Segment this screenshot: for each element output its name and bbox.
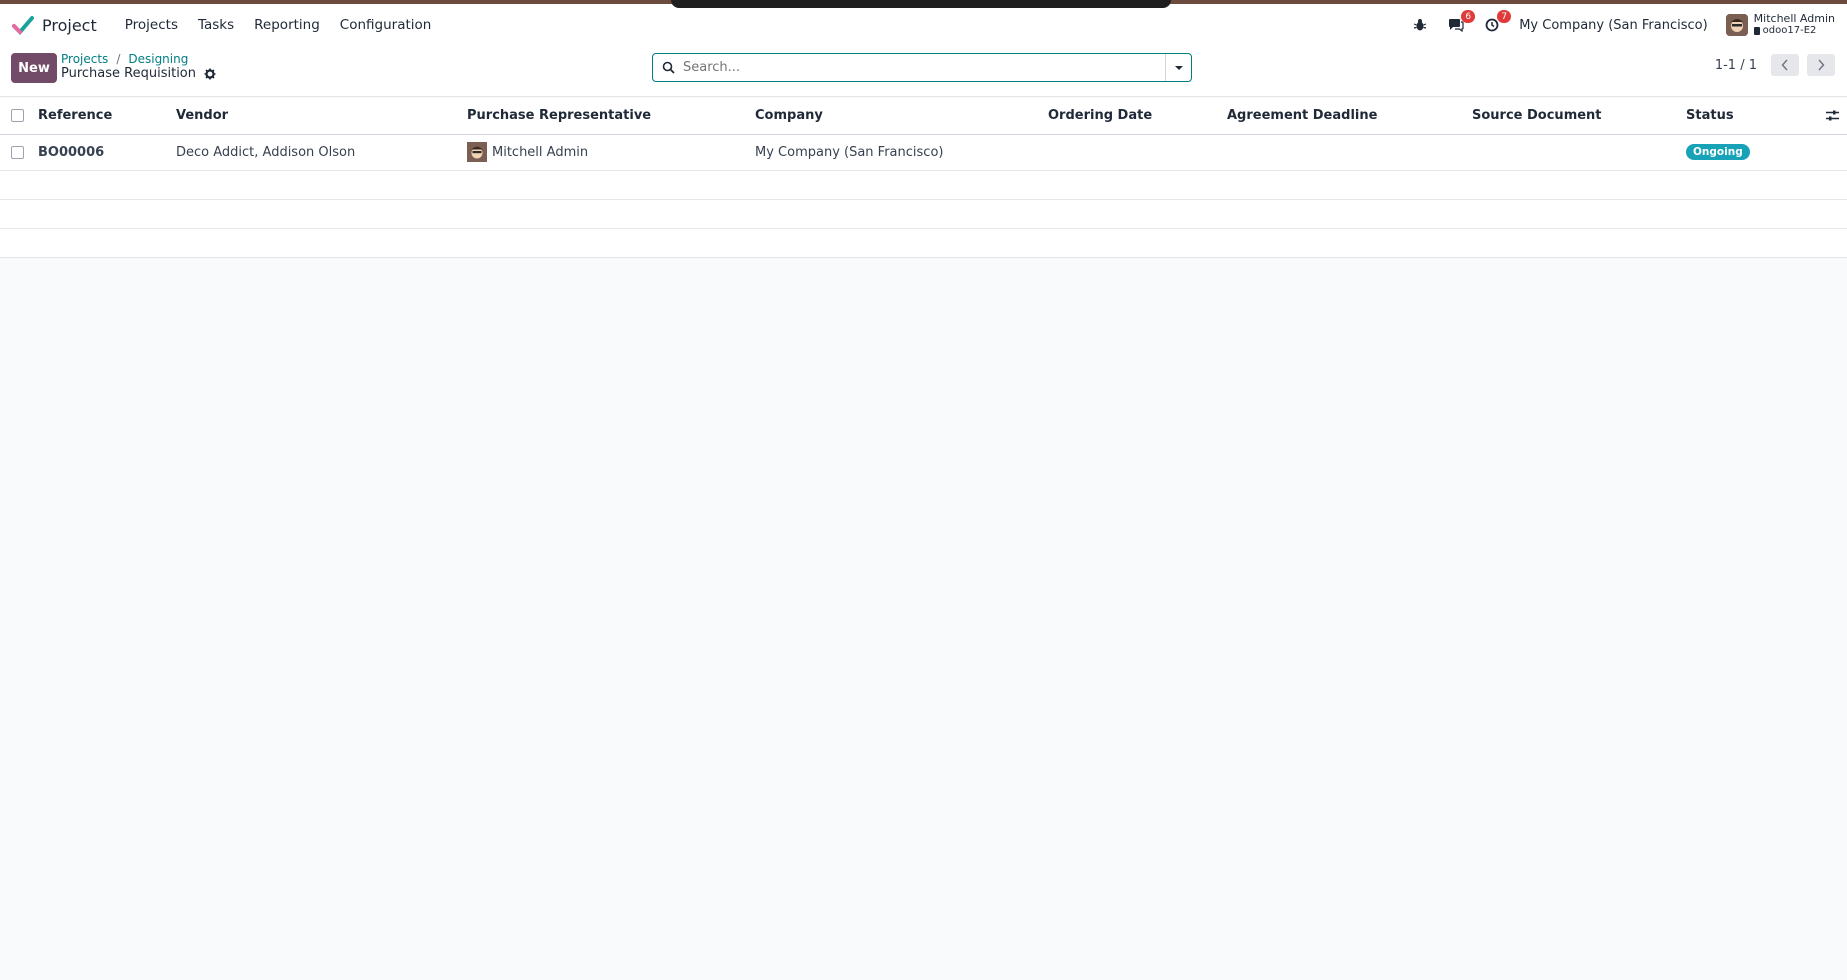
table-header-row: Reference Vendor Purchase Representative… <box>0 98 1847 135</box>
search-options-toggle[interactable] <box>1165 54 1191 81</box>
page-title: Purchase Requisition <box>61 66 197 81</box>
column-header-source-document[interactable]: Source Document <box>1472 98 1686 135</box>
database-name: odoo17-E2 <box>1762 25 1817 36</box>
cell-vendor: Deco Addict, Addison Olson <box>176 134 467 171</box>
app-logo-icon <box>12 14 34 36</box>
menu-item-projects[interactable]: Projects <box>115 17 188 33</box>
bug-icon[interactable] <box>1411 16 1429 34</box>
breadcrumb: Projects / Designing <box>61 52 188 66</box>
cell-ordering-date <box>1048 134 1227 171</box>
row-select-cell <box>0 134 38 171</box>
row-checkbox[interactable] <box>11 145 24 159</box>
menu-item-configuration[interactable]: Configuration <box>330 17 442 33</box>
column-header-status[interactable]: Status <box>1686 98 1816 135</box>
cell-company: My Company (San Francisco) <box>755 134 1048 171</box>
table-row[interactable]: BO00006 Deco Addict, Addison Olson Mitch… <box>0 134 1847 171</box>
user-menu[interactable]: Mitchell Admin odoo17-E2 <box>1725 12 1835 37</box>
clock-icon[interactable]: 7 <box>1483 10 1512 34</box>
avatar <box>467 142 487 162</box>
cell-reference: BO00006 <box>38 134 176 171</box>
empty-row <box>0 228 1847 258</box>
cell-status: Ongoing <box>1686 134 1816 171</box>
company-switcher[interactable]: My Company (San Francisco) <box>1519 18 1707 33</box>
cell-agreement-deadline <box>1227 134 1472 171</box>
breadcrumb-projects[interactable]: Projects <box>61 52 108 66</box>
avatar <box>1725 14 1748 36</box>
pager-previous-button[interactable] <box>1771 54 1799 76</box>
purchase-requisition-list: Reference Vendor Purchase Representative… <box>0 98 1847 258</box>
column-header-ordering-date[interactable]: Ordering Date <box>1048 98 1227 135</box>
column-header-reference[interactable]: Reference <box>38 98 176 135</box>
column-header-purchase-representative[interactable]: Purchase Representative <box>467 98 755 135</box>
caret-down-icon <box>1174 65 1183 70</box>
pager-value[interactable]: 1-1 / 1 <box>1715 58 1757 73</box>
app-brand[interactable]: Project <box>12 14 97 36</box>
gear-icon[interactable] <box>204 68 216 80</box>
menu-item-tasks[interactable]: Tasks <box>188 17 244 33</box>
pager-next-button[interactable] <box>1807 54 1835 76</box>
top-menu: Projects Tasks Reporting Configuration <box>115 17 442 33</box>
navbar-systray: 6 7 My Company (San Francisco) Mitchell … <box>1411 10 1835 37</box>
select-all-cell <box>0 98 38 135</box>
breadcrumb-separator: / <box>116 52 121 66</box>
menu-item-reporting[interactable]: Reporting <box>244 17 330 33</box>
activities-count-badge: 7 <box>1497 10 1512 23</box>
empty-row <box>0 170 1847 200</box>
chevron-right-icon <box>1818 59 1825 71</box>
pager: 1-1 / 1 <box>1715 54 1835 76</box>
app-name: Project <box>42 15 97 35</box>
main-navbar: Project Projects Tasks Reporting Configu… <box>0 4 1847 46</box>
search-bar[interactable] <box>652 53 1192 82</box>
chevron-left-icon <box>1781 59 1788 71</box>
column-header-company[interactable]: Company <box>755 98 1048 135</box>
messages-count-badge: 6 <box>1461 10 1476 23</box>
cell-purchase-representative: Mitchell Admin <box>467 134 755 171</box>
representative-name: Mitchell Admin <box>492 144 589 160</box>
cell-source-document <box>1472 134 1686 171</box>
search-input[interactable] <box>683 54 1165 81</box>
page-title-wrap: Purchase Requisition <box>61 66 216 81</box>
column-header-vendor[interactable]: Vendor <box>176 98 467 135</box>
search-icon <box>653 61 683 74</box>
database-icon <box>1753 27 1760 35</box>
control-panel: New Projects / Designing Purchase Requis… <box>0 46 1847 97</box>
status-badge: Ongoing <box>1686 144 1750 160</box>
user-database: odoo17-E2 <box>1753 25 1835 37</box>
select-all-checkbox[interactable] <box>11 109 24 123</box>
breadcrumb-designing[interactable]: Designing <box>128 52 188 66</box>
optional-columns-cell <box>1816 98 1847 135</box>
column-header-agreement-deadline[interactable]: Agreement Deadline <box>1227 98 1472 135</box>
empty-row <box>0 199 1847 229</box>
sliders-icon[interactable] <box>1826 110 1839 121</box>
window-notch <box>671 0 1171 8</box>
cell-spacer <box>1816 134 1847 171</box>
user-name: Mitchell Admin <box>1753 12 1835 25</box>
new-button[interactable]: New <box>11 53 57 83</box>
chat-icon[interactable]: 6 <box>1447 10 1476 34</box>
